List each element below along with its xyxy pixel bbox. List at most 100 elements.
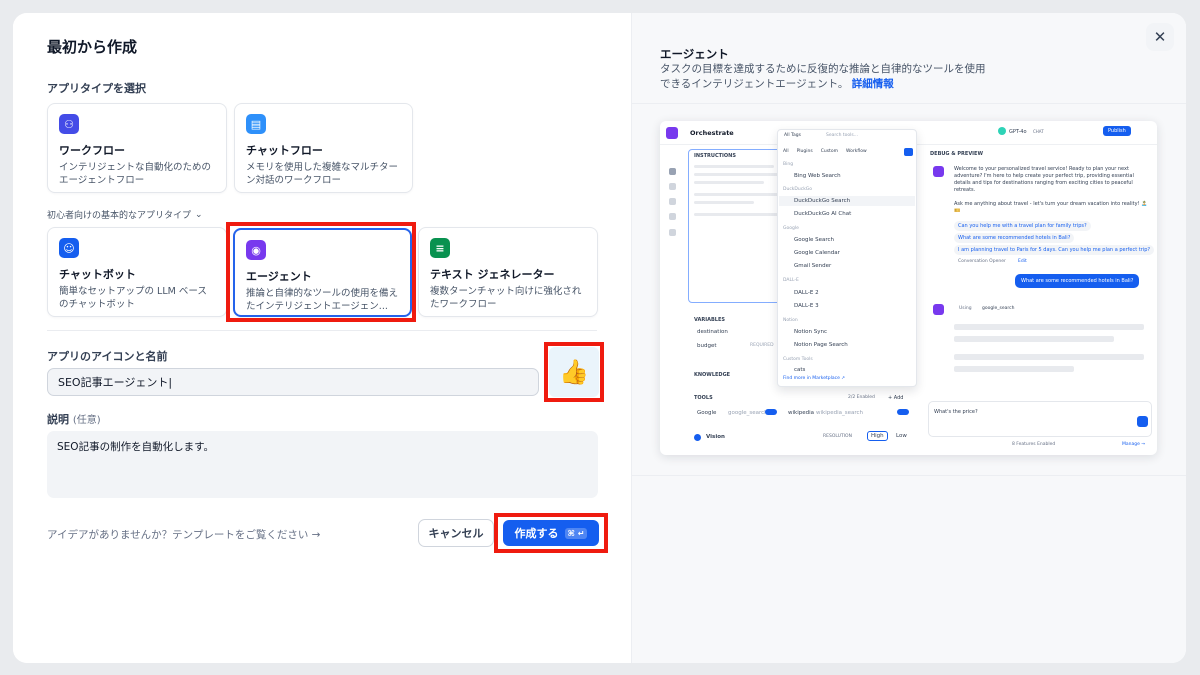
agent-avatar-icon bbox=[933, 166, 944, 177]
tool-item: Notion Page Search bbox=[794, 342, 848, 348]
app-name-value: SEO記事エージェント bbox=[58, 376, 169, 389]
description-value: SEO記事の制作を自動化します。 bbox=[57, 441, 215, 453]
tool-item: Bing Web Search bbox=[794, 173, 841, 179]
tool-id: google_search bbox=[728, 410, 768, 416]
skeleton-line bbox=[954, 324, 1144, 330]
vision-icon bbox=[694, 434, 701, 441]
template-hint-link[interactable]: アイデアがありませんか？テンプレートをご覧ください → bbox=[47, 527, 320, 542]
preview-app-name: Orchestrate bbox=[690, 129, 734, 137]
group-label: Notion bbox=[783, 318, 798, 323]
preview-panel: エージェント タスクの目標を達成するために反復的な推論と自律的なツールを使用でき… bbox=[631, 13, 1186, 663]
variables-label: VARIABLES bbox=[694, 317, 725, 323]
card-desc: 複数ターンチャット向けに強化されたワークフロー bbox=[430, 286, 582, 310]
tool-row: Google bbox=[697, 410, 717, 416]
required-badge: REQUIRED bbox=[750, 343, 774, 348]
highlight-agent-card bbox=[226, 222, 416, 322]
tool-item: Google Calendar bbox=[794, 250, 840, 256]
create-form-panel: 最初から作成 アプリタイプを選択 ⚇ ワークフロー インテリジェントな自動化のた… bbox=[13, 13, 631, 663]
search-tools-input: Search tools... bbox=[826, 133, 859, 138]
highlight-app-icon bbox=[544, 342, 604, 402]
app-logo-icon bbox=[666, 127, 678, 139]
tool-item: cats bbox=[794, 367, 806, 373]
rail-icon bbox=[669, 229, 676, 236]
chat-input-box bbox=[928, 401, 1152, 437]
all-tags-select: All Tags bbox=[784, 133, 801, 138]
ask-message: Ask me anything about travel - let's tur… bbox=[954, 201, 1148, 214]
create-app-dialog: 最初から作成 アプリタイプを選択 ⚇ ワークフロー インテリジェントな自動化のた… bbox=[13, 13, 1186, 663]
app-type-workflow-card[interactable]: ⚇ ワークフロー インテリジェントな自動化のためのエージェントフロー bbox=[47, 103, 227, 193]
rail-icon bbox=[669, 168, 676, 175]
resolution-high: High bbox=[867, 431, 888, 441]
chat-badge: CHAT bbox=[1033, 129, 1044, 134]
text-generator-icon: ≡ bbox=[430, 238, 450, 258]
beginner-label: 初心者向けの基本的なアプリタイプ bbox=[47, 211, 192, 221]
placeholder-line bbox=[694, 181, 764, 184]
group-label: DALL-E bbox=[783, 278, 799, 283]
model-name: GPT-4o bbox=[1009, 129, 1027, 135]
publish-button: Publish bbox=[1103, 126, 1131, 136]
close-button[interactable]: ✕ bbox=[1146, 23, 1174, 51]
rail-icon bbox=[669, 198, 676, 205]
group-label: Custom Tools bbox=[783, 357, 813, 362]
placeholder-line bbox=[694, 213, 779, 216]
user-message: What are some recommended hotels in Bali… bbox=[1015, 274, 1140, 288]
toggle-icon bbox=[897, 409, 909, 415]
placeholder-line bbox=[694, 193, 784, 196]
chatbot-icon: ☺ bbox=[59, 238, 79, 258]
divider bbox=[632, 103, 1186, 104]
icon-name-label: アプリのアイコンと名前 bbox=[47, 350, 168, 363]
tool-item: Google Search bbox=[794, 237, 835, 243]
card-title: ワークフロー bbox=[59, 144, 125, 157]
description-textarea[interactable]: SEO記事の制作を自動化します。 bbox=[47, 431, 598, 498]
filter-tab: Plugins bbox=[796, 149, 813, 154]
debug-label: DEBUG & PREVIEW bbox=[930, 151, 983, 157]
divider bbox=[47, 330, 597, 331]
beginner-types-toggle[interactable]: 初心者向けの基本的なアプリタイプ ⌄ bbox=[47, 208, 203, 222]
toggle-icon bbox=[765, 409, 777, 415]
edit-link: Edit bbox=[1018, 259, 1027, 264]
learn-more-link[interactable]: 詳細情報 bbox=[852, 78, 894, 90]
card-title: チャットボット bbox=[59, 268, 136, 281]
card-title: チャットフロー bbox=[246, 144, 323, 157]
app-type-chatbot-card[interactable]: ☺ チャットボット 簡単なセットアップの LLM ベースのチャットボット bbox=[47, 227, 227, 317]
tool-item: Notion Sync bbox=[794, 329, 828, 335]
agent-preview-screenshot: Orchestrate INSTRUCTIONS VARIABLES desti… bbox=[660, 121, 1157, 455]
tool-item: Gmail Sender bbox=[794, 263, 832, 269]
tool-item: DuckDuckGo Search bbox=[794, 198, 851, 204]
placeholder-line bbox=[694, 165, 774, 168]
filter-tab: All bbox=[783, 149, 789, 154]
dialog-title: 最初から作成 bbox=[47, 38, 138, 56]
rail-icon bbox=[669, 213, 676, 220]
add-icon bbox=[904, 148, 913, 156]
preview-title: エージェント bbox=[660, 47, 729, 61]
agent-avatar-icon bbox=[933, 304, 944, 315]
tool-id: wikipedia_search bbox=[816, 410, 864, 416]
resolution-low: Low bbox=[896, 433, 907, 439]
placeholder-line bbox=[694, 201, 754, 204]
divider bbox=[632, 475, 1186, 476]
features-enabled: 8 Features Enabled bbox=[1012, 442, 1056, 447]
skeleton-line bbox=[954, 336, 1114, 342]
chat-input-text: What's the price? bbox=[934, 409, 978, 415]
card-desc: 簡単なセットアップの LLM ベースのチャットボット bbox=[59, 286, 207, 310]
app-name-input[interactable]: SEO記事エージェント | bbox=[47, 368, 539, 396]
using-tool: google_search bbox=[982, 306, 1015, 311]
suggestion-chip: Can you help me with a travel plan for f… bbox=[954, 221, 1091, 231]
card-title: テキスト ジェネレーター bbox=[430, 268, 555, 281]
workflow-icon: ⚇ bbox=[59, 114, 79, 134]
cancel-button[interactable]: キャンセル bbox=[418, 519, 494, 547]
opener-label: Conversation Opener bbox=[958, 259, 1006, 264]
tool-row: wikipedia bbox=[788, 410, 815, 416]
resolution-label: RESOLUTION bbox=[823, 434, 852, 439]
variable-row: destination bbox=[697, 329, 728, 335]
highlight-create-button bbox=[494, 513, 608, 553]
card-desc: メモリを使用した複雑なマルチターン対話のワークフロー bbox=[246, 162, 399, 186]
placeholder-line bbox=[694, 173, 789, 176]
using-label: Using bbox=[959, 306, 972, 311]
app-type-chatflow-card[interactable]: ▤ チャットフロー メモリを使用した複雑なマルチターン対話のワークフロー bbox=[234, 103, 413, 193]
skeleton-line bbox=[954, 354, 1144, 360]
app-type-text-generator-card[interactable]: ≡ テキスト ジェネレーター 複数ターンチャット向けに強化されたワークフロー bbox=[418, 227, 598, 317]
tools-label: TOOLS bbox=[694, 395, 713, 401]
app-type-label: アプリタイプを選択 bbox=[47, 82, 146, 95]
tool-item: DALL-E 2 bbox=[794, 290, 819, 296]
